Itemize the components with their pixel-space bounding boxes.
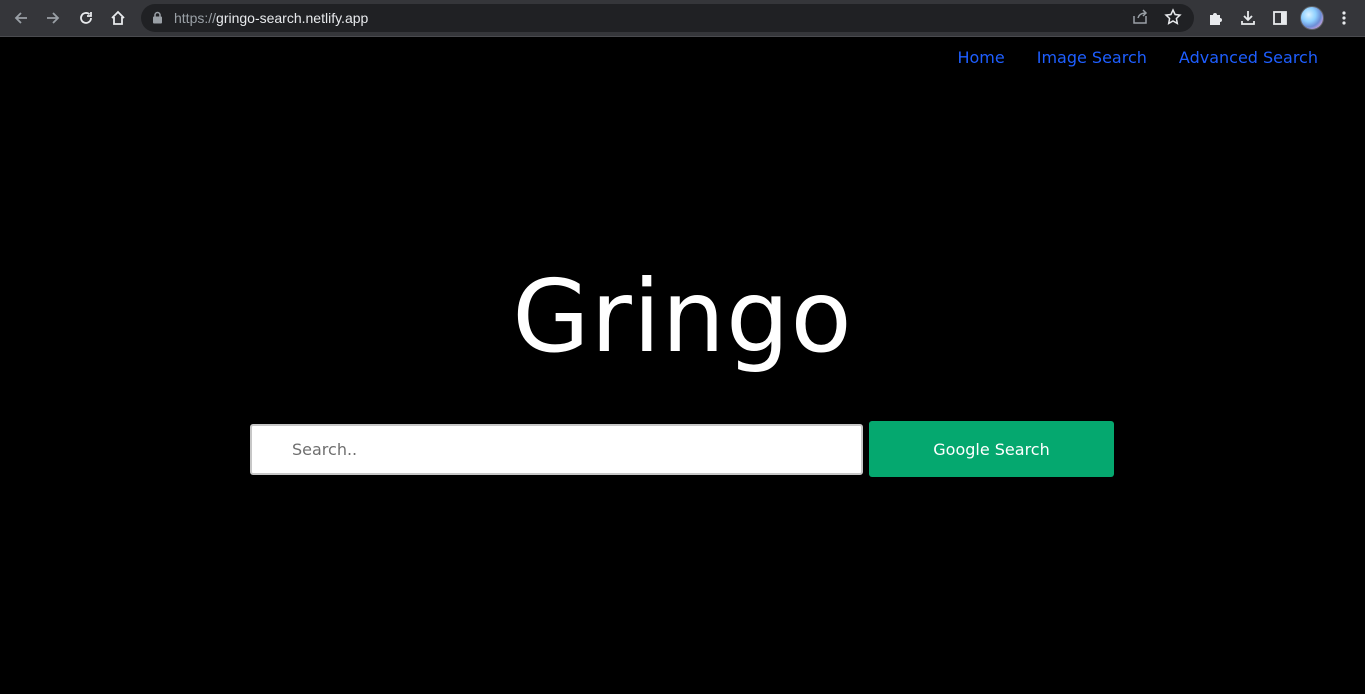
kebab-menu-icon (1342, 11, 1346, 25)
forward-button[interactable] (39, 4, 67, 32)
side-panel-icon (1273, 11, 1287, 25)
lock-icon (153, 11, 162, 24)
share-icon[interactable] (1131, 8, 1149, 26)
arrow-left-icon (14, 12, 27, 24)
browser-menu-button[interactable] (1330, 4, 1358, 32)
address-bar[interactable]: https://gringo-search.netlify.app (141, 4, 1194, 32)
nav-link-advanced-search[interactable]: Advanced Search (1179, 47, 1318, 69)
top-nav: Home Image Search Advanced Search (957, 47, 1318, 69)
google-search-button[interactable]: Google Search (869, 421, 1114, 477)
browser-toolbar: https://gringo-search.netlify.app (0, 0, 1365, 37)
url-scheme: https:// (174, 10, 217, 26)
extensions-button[interactable] (1202, 4, 1230, 32)
puzzle-icon (1210, 13, 1222, 25)
site-logo-title: Gringo (512, 258, 853, 375)
back-button[interactable] (7, 4, 35, 32)
profile-avatar[interactable] (1300, 6, 1324, 30)
nav-link-home[interactable]: Home (957, 47, 1004, 69)
arrow-right-icon (47, 12, 60, 24)
reload-icon (80, 12, 92, 24)
side-panel-button[interactable] (1266, 4, 1294, 32)
nav-link-image-search[interactable]: Image Search (1037, 47, 1147, 69)
downloads-button[interactable] (1234, 4, 1262, 32)
home-icon (111, 10, 125, 25)
search-input[interactable] (250, 424, 863, 475)
url-host: gringo-search.netlify.app (216, 10, 369, 26)
page-content: Home Image Search Advanced Search Gringo… (0, 37, 1365, 694)
home-button[interactable] (104, 4, 132, 32)
url-text: https://gringo-search.netlify.app (174, 4, 368, 32)
reload-button[interactable] (72, 4, 100, 32)
star-icon[interactable] (1164, 8, 1182, 26)
download-icon (1241, 11, 1255, 25)
